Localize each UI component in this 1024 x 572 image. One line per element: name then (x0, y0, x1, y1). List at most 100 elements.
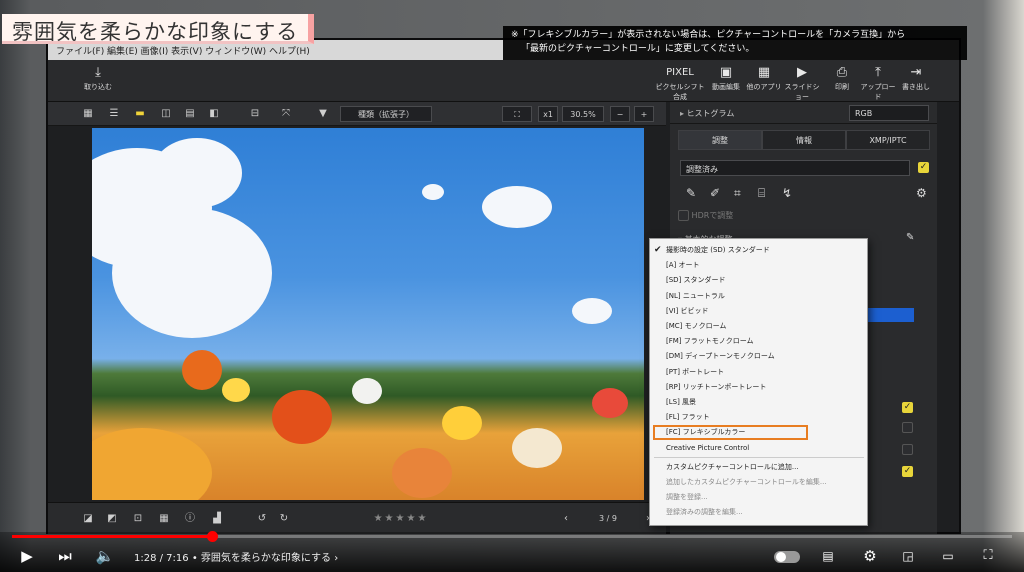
row-checkbox[interactable] (902, 444, 913, 455)
flower-shape (512, 428, 562, 468)
tab-info[interactable]: 情報 (762, 130, 846, 150)
filter-icon[interactable]: ▼ (316, 106, 330, 122)
list-view-icon[interactable]: ☰ (106, 106, 122, 122)
import-label: 取り込む (84, 83, 112, 91)
histogram-icon[interactable]: ▟ (208, 511, 226, 527)
picture-control-option[interactable]: [LS] 風景 (650, 395, 867, 410)
picture-control-option[interactable]: ✔ 撮影時の設定 (SD) スタンダード (650, 243, 867, 258)
picture-control-option[interactable]: [RP] リッチトーンポートレート (650, 380, 867, 395)
picture-control-option[interactable]: [NL] ニュートラル (650, 289, 867, 304)
autoplay-toggle[interactable] (774, 551, 800, 563)
histogram-label: ヒストグラム (686, 109, 735, 118)
movie-edit-button[interactable]: ▣ 動画編集 (706, 64, 746, 98)
picture-control-option[interactable]: [DM] ディープトーンモノクローム (650, 349, 867, 364)
settings-gear-icon[interactable]: ⚙ (858, 546, 882, 566)
video-title-overlay: 雰囲気を柔らかな印象にする (12, 20, 299, 44)
info-icon[interactable]: ⓘ (182, 511, 198, 527)
import-button[interactable]: ⤓ 取り込む (78, 64, 118, 98)
tab-xmp-iptc[interactable]: XMP/IPTC (846, 130, 930, 150)
adjust-preset-select[interactable]: 調整済み (680, 160, 910, 176)
picture-control-option[interactable]: Creative Picture Control (650, 441, 867, 456)
theater-icon[interactable]: ▭ (936, 546, 960, 566)
zoom-out-icon[interactable]: − (610, 106, 630, 122)
stack-icon[interactable]: ◪ (80, 511, 96, 527)
zoom-percent-select[interactable]: 30.5% (562, 106, 604, 122)
brush-icon[interactable]: ✐ (710, 186, 720, 200)
picture-control-option[interactable]: [FM] フラットモノクローム (650, 334, 867, 349)
zoom-in-icon[interactable]: + (634, 106, 654, 122)
panel-tabs: 調整 情報 XMP/IPTC (678, 130, 930, 150)
picture-control-option[interactable]: 追加したカスタムピクチャーコントロールを編集... (650, 475, 867, 490)
option-label: [FM] フラットモノクローム (666, 337, 754, 346)
multi-view-icon[interactable]: ▤ (182, 106, 198, 122)
picture-control-option[interactable]: カスタムピクチャーコントロールに追加... (650, 460, 867, 475)
grid-icon[interactable]: ▦ (156, 511, 172, 527)
note-line: ※「フレキシブルカラー」が表示されない場合は、ピクチャーコントロールを「カメラ互… (511, 30, 906, 40)
cloud-shape (482, 186, 552, 228)
picture-control-option[interactable]: [VI] ビビッド (650, 304, 867, 319)
rotate-left-icon[interactable]: ↺ (254, 511, 270, 527)
flower-shape (442, 406, 482, 440)
crop-icon[interactable]: ⌗ (734, 186, 741, 201)
prev-image-icon[interactable]: ‹ (556, 511, 576, 527)
scrubber-knob[interactable] (207, 531, 218, 542)
split-view-icon[interactable]: ◧ (206, 106, 222, 122)
fullscreen-player-icon[interactable]: ⛶ (976, 546, 1000, 566)
display-mode-icon[interactable]: ⊟ (244, 106, 266, 122)
note-line: 「最新のピクチャーコントロール」に変更してください。 (521, 44, 755, 54)
rotate-right-icon[interactable]: ↻ (276, 511, 292, 527)
movie-edit-label: 動画編集 (712, 83, 740, 91)
tab-adjust[interactable]: 調整 (678, 130, 762, 150)
miniplayer-icon[interactable]: ◲ (896, 546, 920, 566)
pixel-shift-button[interactable]: PIXEL ピクセルシフト合成 (654, 64, 706, 101)
rating-stars[interactable]: ★★★★★ (336, 511, 466, 527)
option-label: [LS] 風景 (666, 398, 697, 406)
grid-view-icon[interactable]: ▦ (80, 106, 96, 122)
picture-control-option[interactable]: [MC] モノクローム (650, 319, 867, 334)
fullscreen-icon[interactable]: ⛶ (502, 106, 532, 122)
row-checkbox[interactable] (902, 422, 913, 433)
volume-icon[interactable]: 🔈 (94, 546, 116, 566)
picture-control-option[interactable]: [SD] スタンダード (650, 273, 867, 288)
single-view-icon[interactable]: ▬ (132, 106, 148, 122)
option-label: カスタムピクチャーコントロールに追加... (666, 462, 799, 471)
picture-control-option[interactable]: [FL] フラット (650, 410, 867, 425)
picture-control-option[interactable]: [FC] フレキシブルカラー (653, 425, 808, 441)
option-label: [MC] モノクローム (666, 322, 727, 330)
focus-point-icon[interactable]: ⊡ (130, 511, 146, 527)
edit-icon[interactable]: ✎ (906, 232, 914, 243)
gear-icon[interactable]: ⚙ (916, 186, 927, 200)
undo-adjust-icon[interactable]: ↯ (782, 186, 792, 200)
chapter-title[interactable]: • 雰囲気を柔らかな印象にする (192, 553, 331, 564)
hdr-checkbox[interactable] (678, 210, 689, 221)
fit-icon[interactable]: ⤧ (278, 106, 294, 122)
zoom-multiplier[interactable]: x1 (538, 106, 558, 122)
histogram-header: ▸ ヒストグラム RGB (670, 102, 937, 124)
print-button[interactable]: ⎙ 印刷 (822, 64, 862, 98)
eyedropper-icon[interactable]: ✎ (686, 186, 696, 200)
compare-icon[interactable]: ◩ (104, 511, 120, 527)
picture-control-option[interactable]: [A] オート (650, 258, 867, 273)
play-box-icon: ▶ (797, 65, 807, 80)
view-toolbar: ▦ ☰ ▬ ◫ ▤ ◧ ⊟ ⤧ ▼ 種類（拡張子） ⛶ x1 30.5% − + (48, 102, 666, 126)
picture-control-option[interactable]: [PT] ポートレート (650, 365, 867, 380)
row-checkbox[interactable]: ✓ (902, 402, 913, 413)
play-icon[interactable]: ▶ (16, 546, 38, 566)
upload-button[interactable]: ⤒ アップロード (858, 64, 898, 101)
histogram-mode-select[interactable]: RGB (849, 105, 929, 121)
next-icon[interactable]: ⏭ (54, 546, 76, 566)
subtitles-icon[interactable]: ▤ (816, 546, 840, 566)
picture-control-option[interactable]: 調整を登録... (650, 490, 867, 505)
picture-control-option[interactable]: 登録済みの調整を編集... (650, 505, 867, 520)
slideshow-button[interactable]: ▶ スライドショー (782, 64, 822, 101)
straighten-icon[interactable]: ⌸ (758, 186, 765, 201)
adjust-checkbox[interactable]: ✓ (918, 162, 929, 173)
export-button[interactable]: ⇥ 書き出し (896, 64, 936, 98)
progress-bar[interactable] (12, 535, 1012, 538)
compare-view-icon[interactable]: ◫ (158, 106, 174, 122)
row-checkbox[interactable]: ✓ (902, 466, 913, 477)
sort-dropdown[interactable]: 種類（拡張子） (340, 106, 432, 122)
apps-icon: ▦ (757, 65, 771, 80)
expand-icon[interactable]: ▸ (680, 109, 684, 118)
other-apps-button[interactable]: ▦ 他のアプリ (744, 64, 784, 98)
